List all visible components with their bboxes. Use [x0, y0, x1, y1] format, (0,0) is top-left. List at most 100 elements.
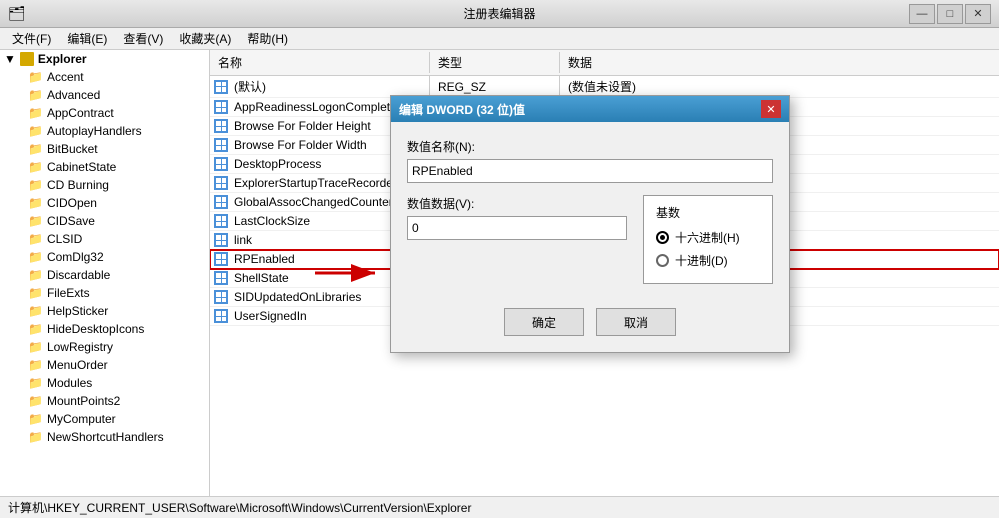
cancel-button[interactable]: 取消 [596, 308, 676, 336]
edit-dword-dialog[interactable]: 编辑 DWORD (32 位)值 ✕ 数值名称(N): 数值数据(V): 基数 … [390, 95, 790, 353]
tree-item-clsid[interactable]: 📁 CLSID [0, 230, 209, 248]
tree-label-accent: Accent [47, 70, 84, 84]
tree-label-modules: Modules [47, 376, 92, 390]
tree-label-cidsave: CIDSave [47, 214, 95, 228]
tree-item-bitbucket[interactable]: 📁 BitBucket [0, 140, 209, 158]
tree-label-clsid: CLSID [47, 232, 82, 246]
folder-icon-cabinetstate: 📁 [28, 160, 43, 174]
radio-dec[interactable]: 十进制(D) [656, 252, 760, 269]
menu-file[interactable]: 文件(F) [4, 28, 59, 49]
value-data-input[interactable] [407, 216, 627, 240]
radio-hex-circle [656, 231, 669, 244]
reg-icon-rpenabled [214, 252, 228, 266]
value-data-label: 数值数据(V): [407, 195, 627, 212]
reg-icon-global [214, 195, 228, 209]
menu-edit[interactable]: 编辑(E) [59, 28, 115, 49]
dialog-title: 编辑 DWORD (32 位)值 [399, 101, 525, 118]
tree-item-cidopen[interactable]: 📁 CIDOpen [0, 194, 209, 212]
tree-item-modules[interactable]: 📁 Modules [0, 374, 209, 392]
title-bar: 🗂 注册表编辑器 — □ ✕ [0, 0, 999, 28]
tree-panel[interactable]: ▼ Explorer 📁 Accent 📁 Advanced 📁 AppCont… [0, 50, 210, 496]
tree-label-menuorder: MenuOrder [47, 358, 108, 372]
col-header-type: 类型 [430, 52, 560, 73]
tree-item-advanced[interactable]: 📁 Advanced [0, 86, 209, 104]
minimize-button[interactable]: — [909, 4, 935, 24]
menu-favorites[interactable]: 收藏夹(A) [171, 28, 239, 49]
ok-button[interactable]: 确定 [504, 308, 584, 336]
folder-icon-menuorder: 📁 [28, 358, 43, 372]
tree-label-advanced: Advanced [47, 88, 100, 102]
tree-item-newshortcut[interactable]: 📁 NewShortcutHandlers [0, 428, 209, 446]
dialog-radio-group: 基数 十六进制(H) 十进制(D) [643, 195, 773, 284]
cell-name-default: (默认) [210, 76, 430, 97]
folder-icon-mycomputer: 📁 [28, 412, 43, 426]
reg-icon-desktop [214, 157, 228, 171]
folder-icon-advanced: 📁 [28, 88, 43, 102]
tree-item-hidedesktop[interactable]: 📁 HideDesktopIcons [0, 320, 209, 338]
folder-icon-mountpoints2: 📁 [28, 394, 43, 408]
radio-dec-circle [656, 254, 669, 267]
folder-icon-shape [20, 52, 34, 66]
tree-item-cabinetstate[interactable]: 📁 CabinetState [0, 158, 209, 176]
maximize-button[interactable]: □ [937, 4, 963, 24]
folder-icon-cdburning: 📁 [28, 178, 43, 192]
tree-item-cdburning[interactable]: 📁 CD Burning [0, 176, 209, 194]
radio-hex-label: 十六进制(H) [675, 229, 740, 246]
tree-label-newshortcut: NewShortcutHandlers [47, 430, 164, 444]
tree-item-helpsticker[interactable]: 📁 HelpSticker [0, 302, 209, 320]
folder-icon-discardable: 📁 [28, 268, 43, 282]
reg-icon-default [214, 80, 228, 94]
tree-item-mycomputer[interactable]: 📁 MyComputer [0, 410, 209, 428]
close-button[interactable]: ✕ [965, 4, 991, 24]
folder-icon-comdlg32: 📁 [28, 250, 43, 264]
tree-item-discardable[interactable]: 📁 Discardable [0, 266, 209, 284]
tree-label-lowregistry: LowRegistry [47, 340, 113, 354]
tree-item-comdlg32[interactable]: 📁 ComDlg32 [0, 248, 209, 266]
cell-type-default: REG_SZ [430, 76, 560, 97]
cell-data-default: (数值未设置) [560, 76, 999, 97]
tree-item-lowregistry[interactable]: 📁 LowRegistry [0, 338, 209, 356]
folder-icon-hidedesktop: 📁 [28, 322, 43, 336]
value-name-input[interactable] [407, 159, 773, 183]
dialog-footer: 确定 取消 [391, 300, 789, 352]
reg-icon-appreadiness [214, 100, 228, 114]
folder-icon-fileexts: 📁 [28, 286, 43, 300]
status-text: 计算机\HKEY_CURRENT_USER\Software\Microsoft… [8, 499, 471, 516]
dialog-title-bar: 编辑 DWORD (32 位)值 ✕ [391, 96, 789, 122]
tree-item-appcontract[interactable]: 📁 AppContract [0, 104, 209, 122]
red-arrow-svg [310, 258, 390, 288]
tree-label-autoplay: AutoplayHandlers [47, 124, 142, 138]
tree-root[interactable]: ▼ Explorer [0, 50, 209, 68]
table-header: 名称 类型 数据 [210, 50, 999, 76]
tree-label-cidopen: CIDOpen [47, 196, 97, 210]
reg-icon-bffw [214, 138, 228, 152]
dialog-close-button[interactable]: ✕ [761, 100, 781, 118]
reg-icon-sidupdated [214, 290, 228, 304]
tree-item-menuorder[interactable]: 📁 MenuOrder [0, 356, 209, 374]
tree-label-hidedesktop: HideDesktopIcons [47, 322, 144, 336]
tree-label-helpsticker: HelpSticker [47, 304, 108, 318]
tree-item-mountpoints2[interactable]: 📁 MountPoints2 [0, 392, 209, 410]
tree-label-comdlg32: ComDlg32 [47, 250, 104, 264]
radio-hex[interactable]: 十六进制(H) [656, 229, 760, 246]
menu-help[interactable]: 帮助(H) [239, 28, 296, 49]
folder-icon-clsid: 📁 [28, 232, 43, 246]
col-header-data: 数据 [560, 52, 999, 73]
tree-item-accent[interactable]: 📁 Accent [0, 68, 209, 86]
base-label: 基数 [656, 204, 760, 221]
folder-icon-bitbucket: 📁 [28, 142, 43, 156]
tree-label-cabinetstate: CabinetState [47, 160, 116, 174]
title-bar-left: 🗂 [8, 5, 26, 22]
radio-dec-label: 十进制(D) [675, 252, 728, 269]
tree-item-fileexts[interactable]: 📁 FileExts [0, 284, 209, 302]
tree-label-bitbucket: BitBucket [47, 142, 98, 156]
dialog-input-area: 数值数据(V): [407, 195, 627, 252]
tree-item-autoplay[interactable]: 📁 AutoplayHandlers [0, 122, 209, 140]
title-bar-buttons: — □ ✕ [909, 4, 991, 24]
menu-view[interactable]: 查看(V) [115, 28, 171, 49]
tree-item-cidsave[interactable]: 📁 CIDSave [0, 212, 209, 230]
col-header-name: 名称 [210, 52, 430, 73]
reg-icon-shellstate [214, 271, 228, 285]
folder-icon-helpsticker: 📁 [28, 304, 43, 318]
reg-icon-bffh [214, 119, 228, 133]
